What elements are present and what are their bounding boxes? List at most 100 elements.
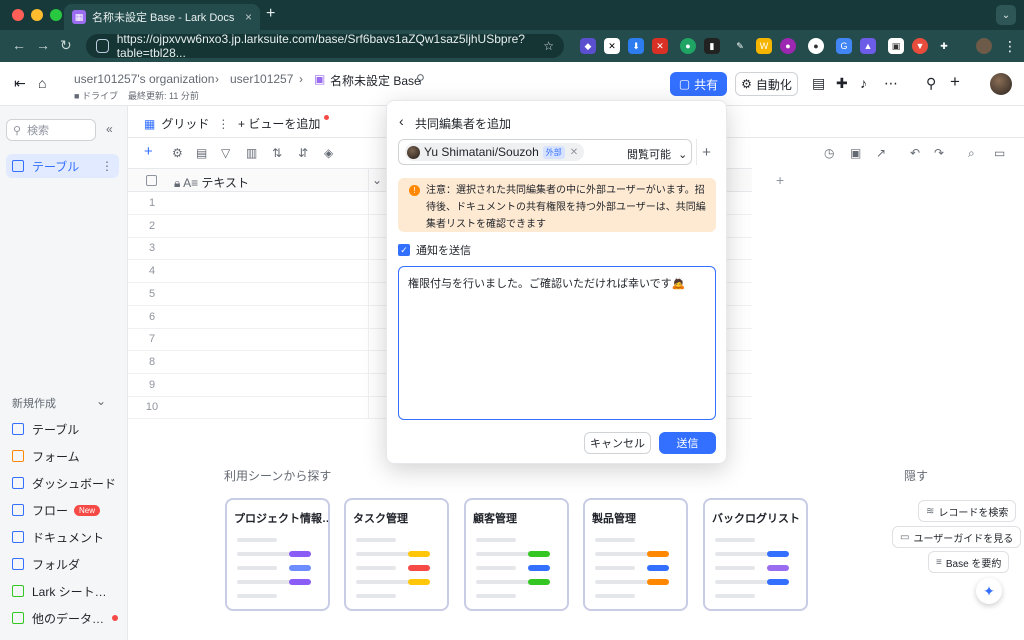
- template-card[interactable]: バックログリスト: [703, 498, 808, 611]
- dashboard-icon[interactable]: ▣: [850, 146, 861, 160]
- eyedropper-icon[interactable]: ✎: [732, 38, 748, 54]
- forward-arrow-icon[interactable]: →: [36, 37, 50, 53]
- sidebar-create-document[interactable]: ドキュメント: [12, 526, 122, 548]
- sidebar-create-database[interactable]: 他のデータ…: [12, 607, 122, 629]
- collaborator-input[interactable]: Yu Shimatani/Souzoh 外部 ✕ 閲覧可能 ⌄: [398, 139, 692, 165]
- sidebar-create-table[interactable]: テーブル: [12, 418, 122, 440]
- extension-icon[interactable]: ✕: [604, 38, 620, 54]
- browser-tab[interactable]: ▦ 名称未設定 Base - Lark Docs ×: [64, 4, 260, 30]
- collapse-sidebar-icon[interactable]: «: [106, 122, 113, 136]
- search-icon[interactable]: ⚲: [926, 75, 936, 92]
- extension-icon[interactable]: ●: [808, 38, 824, 54]
- cancel-button[interactable]: キャンセル: [584, 432, 651, 454]
- share-view-icon[interactable]: ↗: [876, 146, 886, 160]
- more-icon[interactable]: ⋮: [217, 117, 229, 131]
- profile-avatar[interactable]: [976, 38, 992, 54]
- group-icon[interactable]: ▥: [246, 146, 257, 160]
- sidebar-create-dashboard[interactable]: ダッシュボード: [12, 472, 122, 494]
- extension-icon[interactable]: ●: [680, 38, 696, 54]
- home-icon[interactable]: ⌂: [38, 75, 46, 91]
- add-record-icon[interactable]: +: [144, 143, 153, 160]
- bell-icon[interactable]: ♪: [860, 75, 867, 91]
- pin-icon[interactable]: ⚲: [416, 72, 425, 86]
- browser-menu-icon[interactable]: ⋮: [1002, 38, 1018, 54]
- extensions-puzzle-icon[interactable]: ✚: [936, 38, 952, 54]
- search-records-button[interactable]: ≋ レコードを検索: [918, 500, 1017, 522]
- chevron-down-icon[interactable]: ⌄: [96, 394, 106, 408]
- new-tab-button[interactable]: +: [266, 5, 275, 23]
- add-icon[interactable]: +: [950, 72, 960, 92]
- template-card[interactable]: タスク管理: [344, 498, 449, 611]
- sidebar-item-table[interactable]: テーブル ⋮: [6, 154, 119, 178]
- fill-color-icon[interactable]: ◈: [324, 146, 333, 160]
- field-config-icon[interactable]: ▤: [196, 146, 207, 160]
- history-icon[interactable]: ◷: [824, 146, 834, 160]
- bookmark-star-icon[interactable]: ☆: [543, 39, 554, 53]
- doc-title[interactable]: 名称未設定 Base: [330, 72, 421, 89]
- reload-icon[interactable]: ↻: [60, 37, 72, 54]
- close-window-button[interactable]: [12, 9, 24, 21]
- user-guide-button[interactable]: ▭ ユーザーガイドを見る: [892, 526, 1022, 548]
- filter-icon[interactable]: ▽: [221, 146, 230, 160]
- breadcrumb-org[interactable]: user101257's organization: [74, 72, 214, 86]
- row-height-icon[interactable]: ⇵: [298, 146, 308, 160]
- more-icon[interactable]: ⋮: [101, 159, 113, 173]
- maximize-window-button[interactable]: [50, 9, 62, 21]
- tab-search-chevron-icon[interactable]: ⌄: [996, 5, 1016, 25]
- back-chevron-icon[interactable]: ‹: [399, 113, 404, 129]
- search-input[interactable]: ⚲ 検索: [6, 119, 96, 141]
- extension-icon[interactable]: ⬇: [628, 38, 644, 54]
- share-button[interactable]: ▢ 共有: [670, 72, 727, 96]
- summarize-button[interactable]: ≡ Base を要約: [928, 551, 1010, 573]
- extension-icon[interactable]: ✕: [652, 38, 668, 54]
- add-view-button[interactable]: + ビューを追加: [238, 115, 329, 132]
- column-header-text[interactable]: 🔒︎ A≡ テキスト: [174, 174, 249, 191]
- plugin-icon[interactable]: ✚: [836, 75, 848, 92]
- sidebar-create-flow[interactable]: フロー New: [12, 499, 122, 521]
- extension-icon[interactable]: ▮: [704, 38, 720, 54]
- message-textarea[interactable]: 権限付与を行いました。ご確認いただければ幸いです🙇: [398, 266, 716, 420]
- more-icon[interactable]: ⋯: [884, 75, 898, 92]
- sort-icon[interactable]: ⇅: [272, 146, 282, 160]
- extension-icon[interactable]: ▼: [912, 38, 928, 54]
- minimize-window-button[interactable]: [31, 9, 43, 21]
- automation-button[interactable]: ⚙ 自動化: [735, 72, 798, 96]
- extension-icon[interactable]: ●: [780, 38, 796, 54]
- translate-icon[interactable]: G: [836, 38, 852, 54]
- select-all-checkbox[interactable]: [146, 175, 157, 186]
- breadcrumb-user[interactable]: user101257: [230, 72, 293, 86]
- sidebar-create-sheet[interactable]: Lark シート…: [12, 580, 122, 602]
- permission-select[interactable]: 閲覧可能 ⌄: [627, 146, 687, 162]
- back-arrow-icon[interactable]: ←: [12, 37, 26, 53]
- extension-icon[interactable]: ◆: [580, 38, 596, 54]
- template-card[interactable]: 顧客管理: [464, 498, 569, 611]
- send-notification-checkbox[interactable]: ✓ 通知を送信: [398, 242, 471, 258]
- template-card[interactable]: プロジェクト情報…: [225, 498, 330, 611]
- template-card[interactable]: 製品管理: [583, 498, 688, 611]
- sidebar-create-folder[interactable]: フォルダ: [12, 553, 122, 575]
- site-settings-icon[interactable]: [96, 39, 109, 53]
- add-column-button[interactable]: +: [776, 172, 784, 188]
- sidebar-create-form[interactable]: フォーム: [12, 445, 122, 467]
- ai-assistant-icon[interactable]: ✦: [976, 578, 1002, 604]
- search-records-icon[interactable]: ⌕: [968, 146, 975, 161]
- remove-user-icon[interactable]: ✕: [570, 147, 578, 158]
- extension-icon[interactable]: ▲: [860, 38, 876, 54]
- tab-grid[interactable]: ▦ グリッド ⋮: [135, 115, 244, 141]
- extension-icon[interactable]: ▣: [888, 38, 904, 54]
- send-button[interactable]: 送信: [659, 432, 716, 454]
- settings-icon[interactable]: ⚙: [172, 146, 183, 160]
- address-bar[interactable]: https://ojpxvvw6nxo3.jp.larksuite.com/ba…: [86, 32, 564, 60]
- extension-icon[interactable]: W: [756, 38, 772, 54]
- add-collaborator-plus-icon[interactable]: +: [696, 139, 716, 165]
- hide-templates-link[interactable]: 隠す: [904, 467, 928, 484]
- comment-icon[interactable]: ▭: [994, 146, 1005, 160]
- chevron-down-circle-icon[interactable]: ⌄: [372, 173, 382, 187]
- avatar[interactable]: [990, 73, 1012, 95]
- drive-label[interactable]: ドライブ: [82, 91, 118, 101]
- redo-icon[interactable]: ↷: [934, 146, 944, 160]
- document-icon[interactable]: ▤: [812, 75, 825, 92]
- tab-close-icon[interactable]: ×: [245, 10, 252, 24]
- undo-icon[interactable]: ↶: [910, 146, 920, 160]
- sidebar-toggle-icon[interactable]: ⇤: [14, 75, 26, 92]
